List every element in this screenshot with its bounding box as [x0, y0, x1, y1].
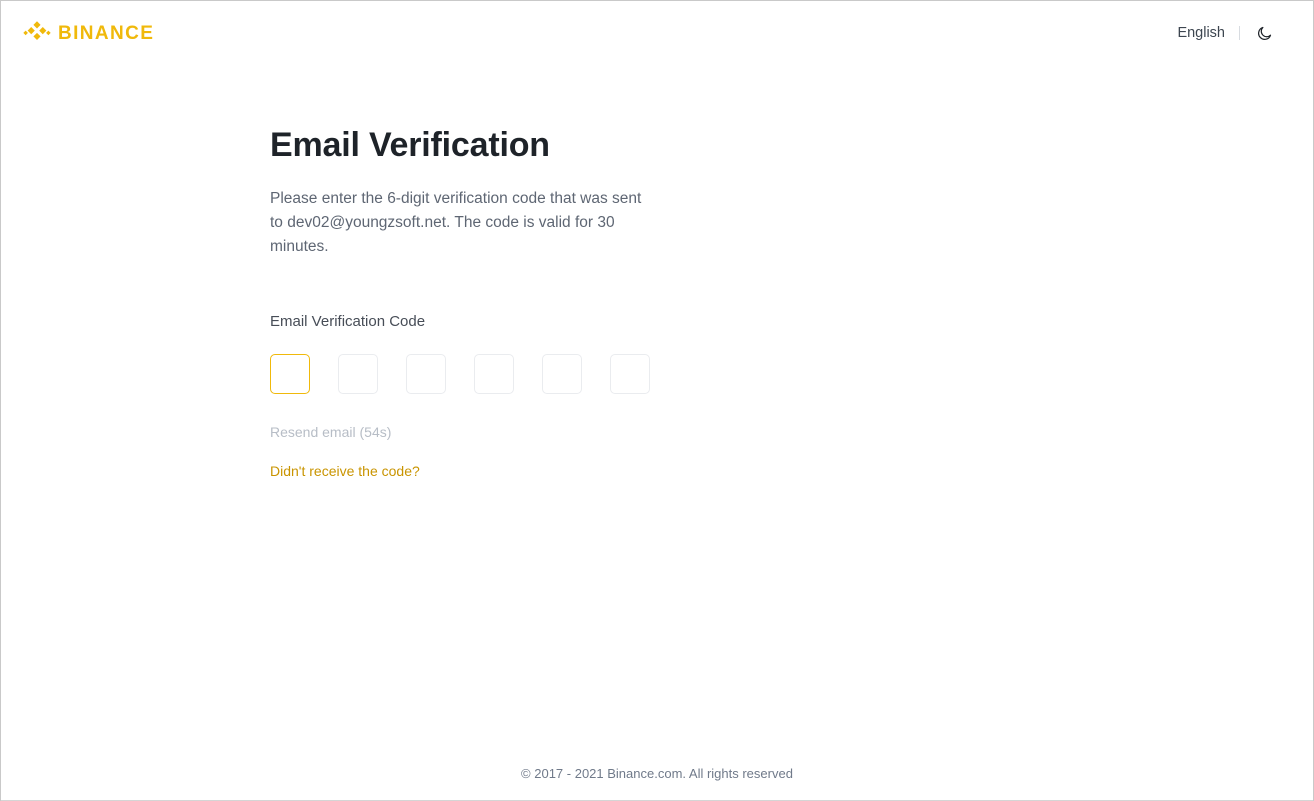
verification-code-inputs: [270, 354, 690, 395]
binance-wordmark: BINANCE: [58, 22, 155, 44]
verification-form: Email Verification Please enter the 6-di…: [270, 126, 690, 480]
main-content: Email Verification Please enter the 6-di…: [1, 65, 1313, 760]
browser-viewport: BINANCE English Email Verification Pleas…: [0, 0, 1314, 801]
header-divider: [1239, 26, 1240, 40]
code-input-2[interactable]: [338, 354, 378, 395]
copyright-text: © 2017 - 2021 Binance.com. All rights re…: [521, 766, 793, 781]
binance-logo[interactable]: BINANCE: [23, 19, 154, 47]
page-footer: © 2017 - 2021 Binance.com. All rights re…: [1, 760, 1313, 801]
binance-diamond-logo-icon: [23, 19, 51, 47]
code-field-label: Email Verification Code: [270, 313, 426, 331]
page-title: Email Verification: [270, 126, 550, 164]
code-input-6[interactable]: [610, 354, 650, 395]
header-actions: English: [1167, 21, 1291, 46]
moon-icon[interactable]: [1244, 21, 1281, 46]
code-input-4[interactable]: [474, 354, 514, 395]
resend-email-button[interactable]: Resend email (54s): [270, 424, 391, 441]
verification-description: Please enter the 6-digit verification co…: [270, 190, 642, 256]
page-header: BINANCE English: [1, 1, 1313, 65]
code-input-1[interactable]: [270, 354, 310, 395]
didnt-receive-code-link[interactable]: Didn't receive the code?: [270, 463, 690, 480]
language-selector[interactable]: English: [1167, 22, 1235, 45]
code-input-3[interactable]: [406, 354, 446, 395]
code-input-5[interactable]: [542, 354, 582, 395]
